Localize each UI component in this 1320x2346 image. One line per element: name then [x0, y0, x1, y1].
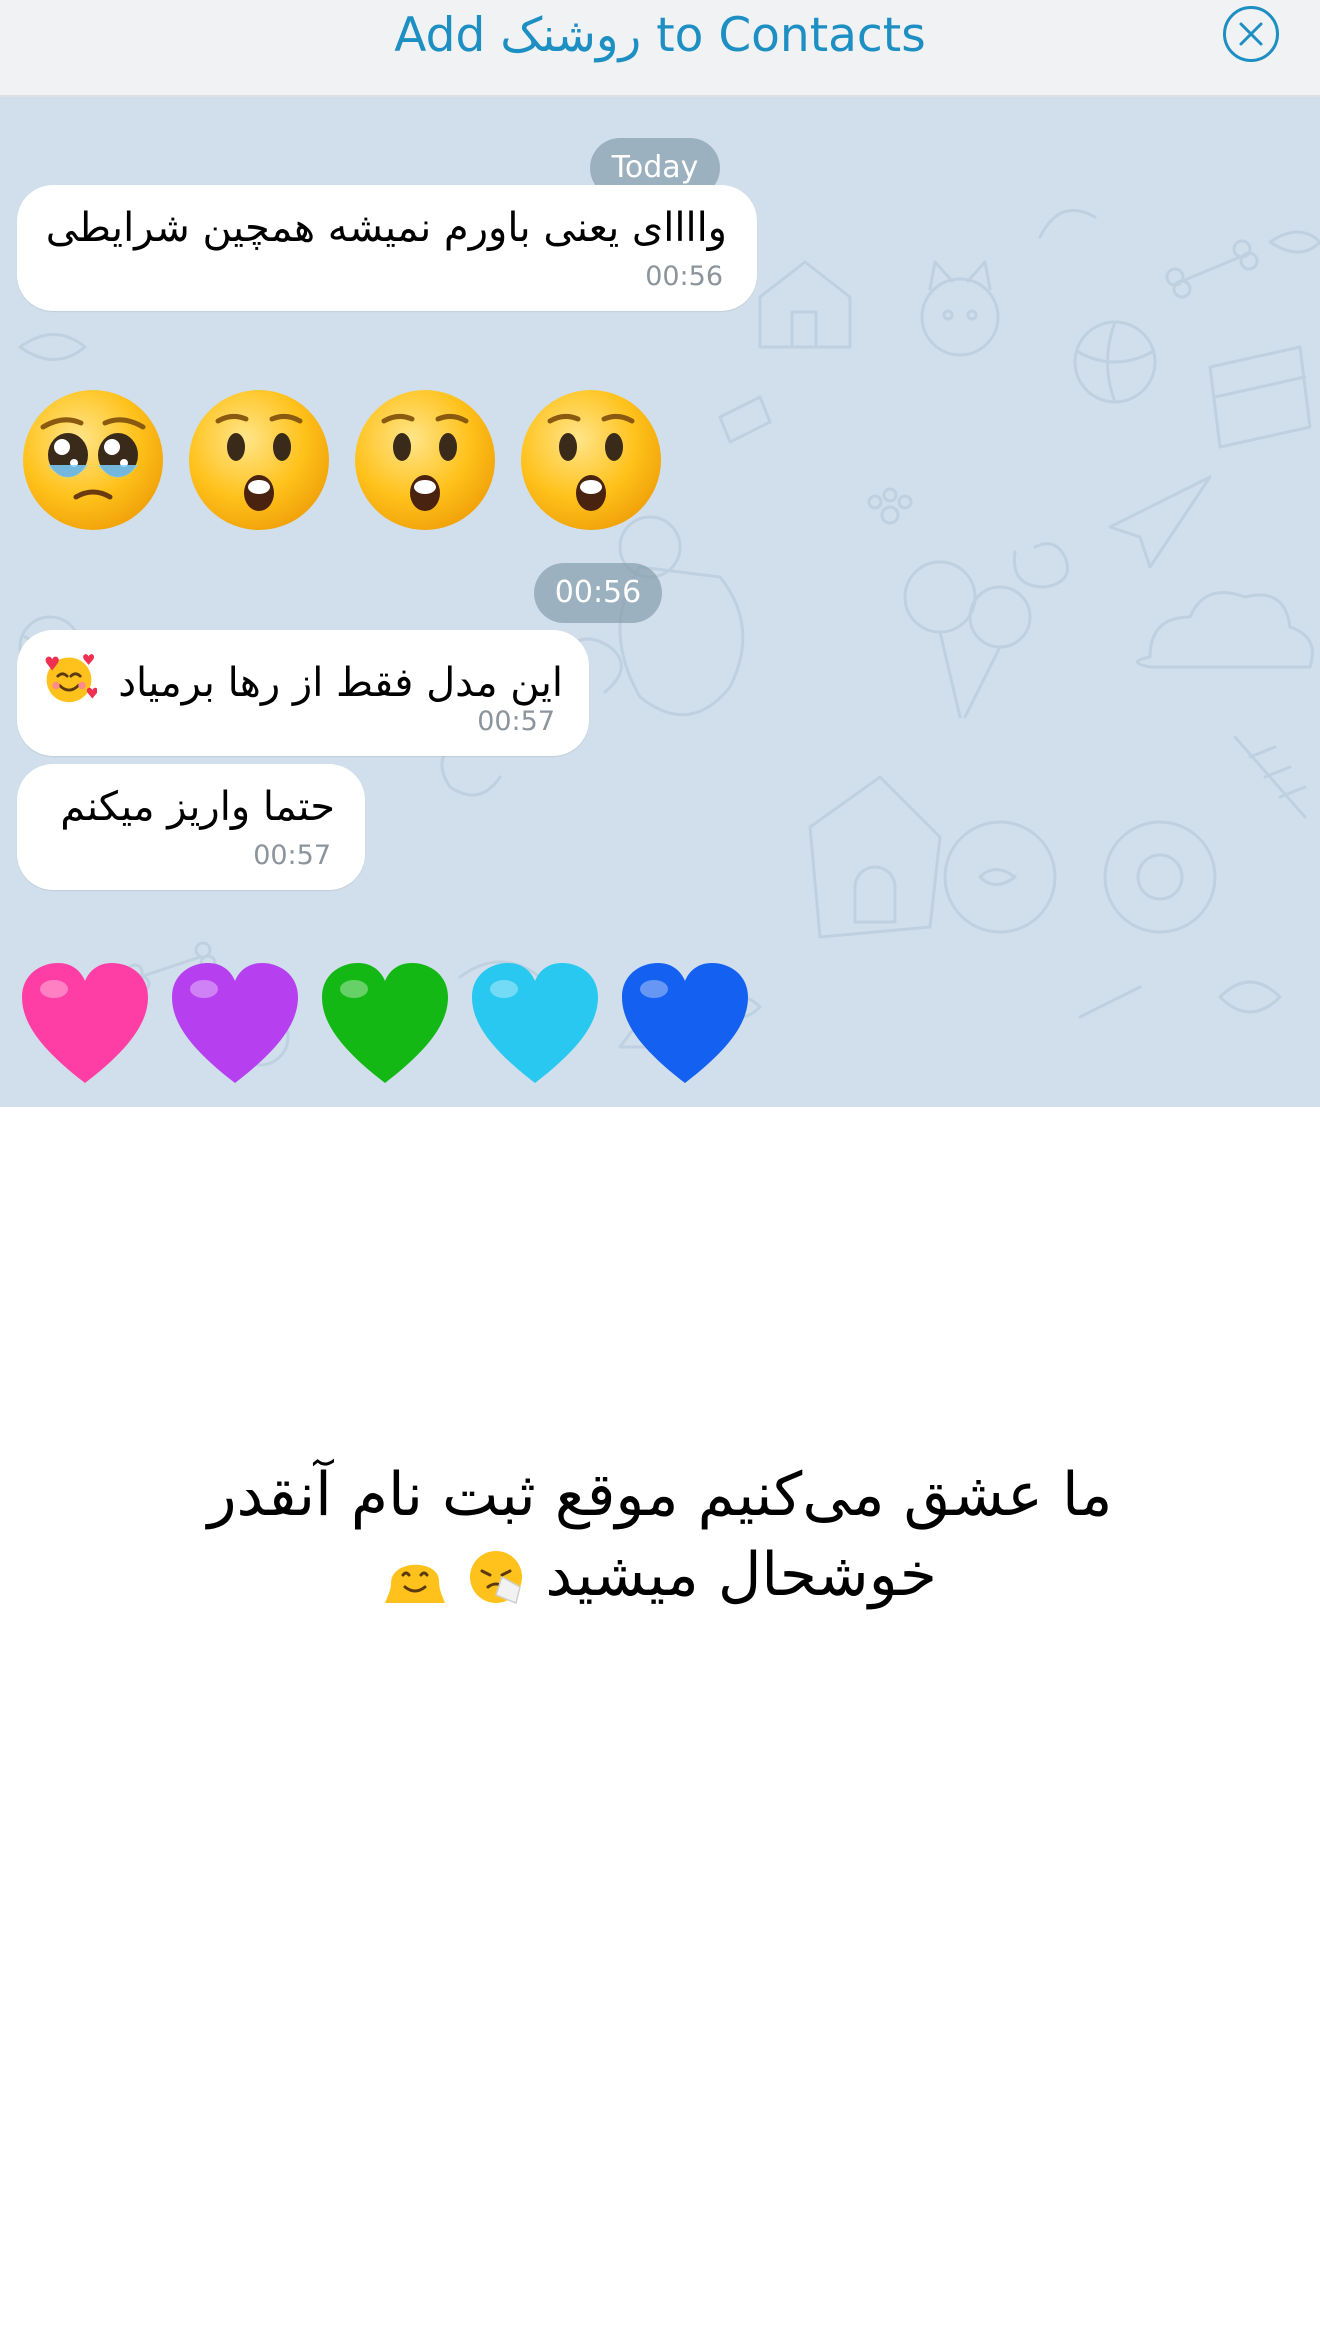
message-time: 00:56 [645, 261, 723, 292]
hushed-face-icon [189, 390, 329, 530]
time-pill: 00:56 [534, 563, 662, 623]
melting-face-icon [385, 1564, 446, 1603]
emoji-message[interactable] [18, 385, 668, 535]
hushed-face-icon [521, 390, 661, 530]
emoji-message[interactable] [18, 959, 758, 1089]
pink-heart-icon [22, 963, 148, 1083]
hushed-face-icon [355, 390, 495, 530]
add-to-contacts-link[interactable]: Add روشنک to Contacts [0, 0, 1320, 72]
message-text-body: اين مدل فقط از رها برمياد [118, 660, 563, 706]
add-contact-bar: Add روشنک to Contacts [0, 0, 1320, 97]
message-bubble[interactable]: حتما واريز ميكنم 00:57 [17, 764, 365, 890]
message-text: اين مدل فقط از رها برمياد [41, 650, 563, 706]
caption-text: ما عشق می‌کنیم موقع ثبت نام آنقدر خوشحال… [0, 1455, 1320, 1615]
close-icon[interactable] [1222, 5, 1280, 63]
smiling-face-with-hearts-icon [46, 654, 99, 703]
message-text: حتما واريز ميكنم [60, 784, 335, 830]
caption-line-2-text: خوشحال میشید [545, 1540, 937, 1610]
message-bubble[interactable]: وااااى يعنى باورم نميشه همچين شرايطى 00:… [17, 185, 757, 311]
message-text: وااااى يعنى باورم نميشه همچين شرايطى [45, 205, 727, 251]
caption-line-2: خوشحال میشید [0, 1535, 1320, 1615]
message-bubble[interactable]: اين مدل فقط از رها برمياد 00:57 [17, 630, 589, 756]
caption-line-1: ما عشق می‌کنیم موقع ثبت نام آنقدر [207, 1460, 1113, 1530]
purple-heart-icon [172, 963, 298, 1083]
light-blue-heart-icon [472, 963, 598, 1083]
green-heart-icon [322, 963, 448, 1083]
pleading-face-icon [23, 390, 163, 530]
chat-area[interactable]: Today وااااى يعنى باورم نميشه همچين شراي… [0, 97, 1320, 1107]
blue-heart-icon [622, 963, 748, 1083]
message-time: 00:57 [253, 840, 331, 871]
sneezing-face-icon [470, 1551, 523, 1605]
message-time: 00:57 [477, 706, 555, 737]
